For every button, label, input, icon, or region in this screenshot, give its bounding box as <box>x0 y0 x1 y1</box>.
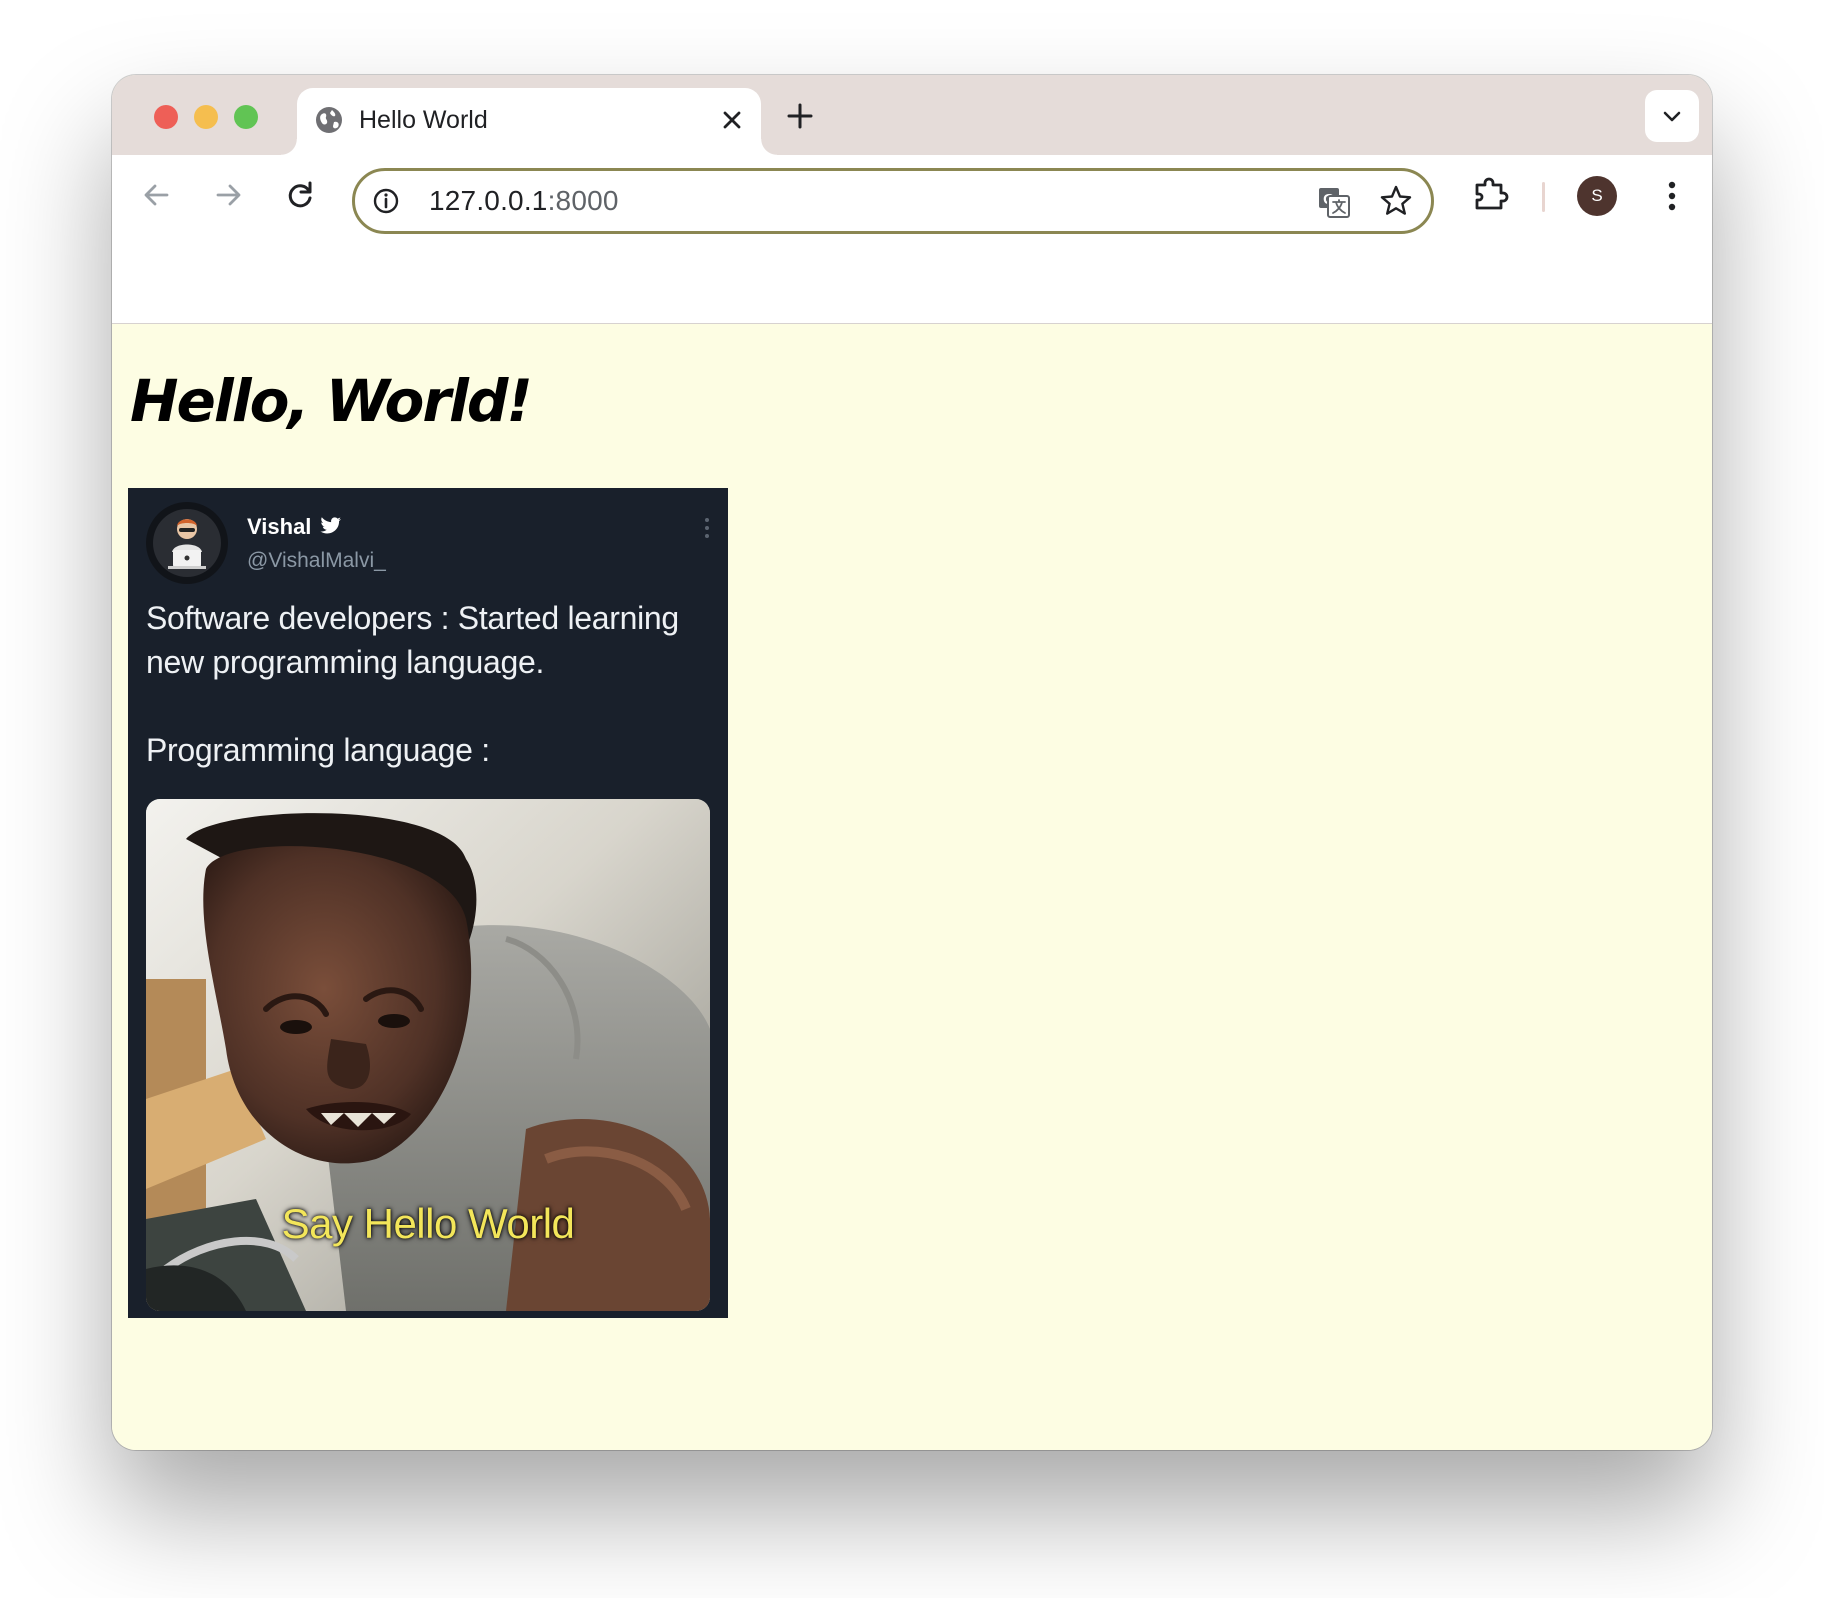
puzzle-piece-icon[interactable] <box>1470 173 1510 213</box>
profile-avatar[interactable]: S <box>1577 176 1617 216</box>
author-handle: @VishalMalvi_ <box>247 549 386 572</box>
kebab-menu-icon[interactable] <box>1652 176 1692 216</box>
author-name: Vishal <box>247 514 312 539</box>
tab-hello-world[interactable]: Hello World <box>281 88 777 155</box>
plus-icon[interactable] <box>784 100 816 132</box>
meme-photo: Say Hello World <box>146 799 710 1311</box>
url-host: 127.0.0.1 <box>429 185 548 216</box>
kebab-menu-icon <box>705 518 709 538</box>
twitter-bird-icon <box>320 517 342 534</box>
tweet-line-1: Software developers : Started learning n… <box>146 600 679 680</box>
star-icon[interactable] <box>1379 184 1413 218</box>
url-port: :8000 <box>547 185 619 216</box>
browser-window: Hello World 127.0.0.1:8000 S Hello, Worl… <box>112 75 1712 1450</box>
toolbar-separator <box>1542 182 1545 212</box>
tab-strip: Hello World <box>112 75 1712 155</box>
minimize-window-button[interactable] <box>194 105 218 129</box>
page-content: Hello, World! Vishal @VishalMalvi_ Softw… <box>112 324 1712 1450</box>
tab-search-button[interactable] <box>1645 90 1699 142</box>
tweet-line-2: Programming language : <box>146 732 490 768</box>
close-icon[interactable] <box>719 107 745 133</box>
url-text: 127.0.0.1:8000 <box>429 185 619 217</box>
address-bar[interactable]: 127.0.0.1:8000 G <box>352 168 1434 234</box>
translate-icon[interactable]: G <box>1317 185 1351 219</box>
photo-caption: Say Hello World <box>281 1200 575 1247</box>
meme-image: Vishal @VishalMalvi_ Software developers… <box>128 488 728 1318</box>
info-icon[interactable] <box>372 187 400 215</box>
arrow-left-icon[interactable] <box>137 175 177 215</box>
chevron-down-icon <box>1663 111 1681 122</box>
page-heading: Hello, World! <box>130 367 533 435</box>
tab-title: Hello World <box>359 106 488 134</box>
close-window-button[interactable] <box>154 105 178 129</box>
author-avatar <box>146 502 228 584</box>
globe-icon <box>316 107 342 133</box>
reload-icon[interactable] <box>280 175 320 215</box>
arrow-right-icon[interactable] <box>208 175 248 215</box>
tweet-text: Software developers : Started learning n… <box>146 596 720 772</box>
maximize-window-button[interactable] <box>234 105 258 129</box>
